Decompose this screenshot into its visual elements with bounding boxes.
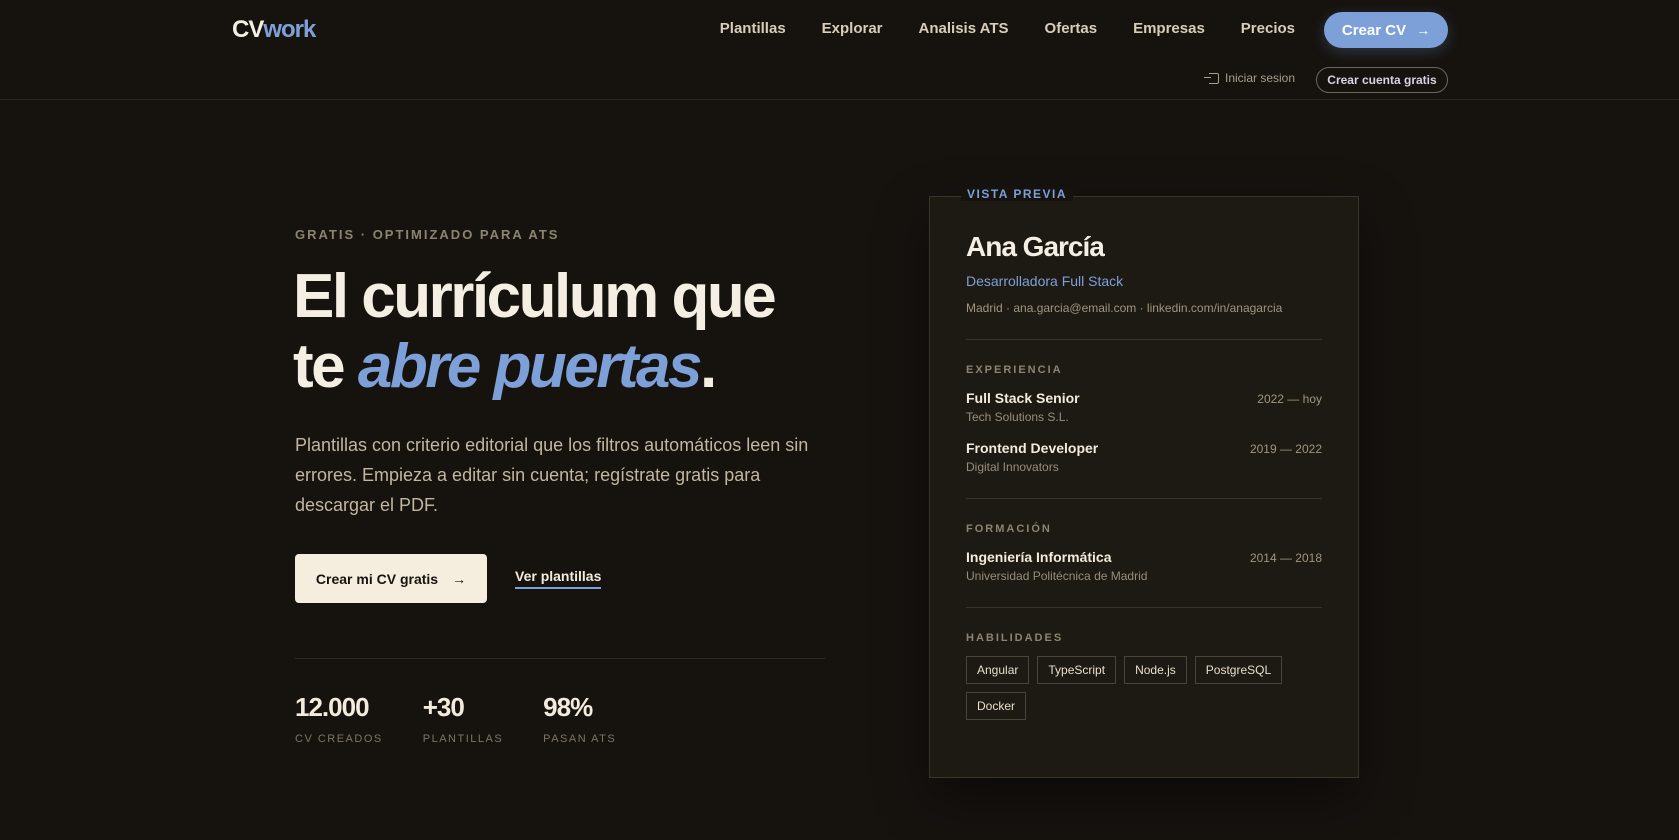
cv-experience-entry: Full Stack Senior 2022 — hoy Tech Soluti…	[966, 390, 1322, 424]
cv-education-entry: Ingeniería Informática 2014 — 2018 Unive…	[966, 549, 1322, 583]
cv-section-skills: HABILIDADES	[966, 632, 1064, 644]
stat-value: 98%	[543, 692, 593, 722]
headline-line-1: El currículum que	[293, 262, 777, 331]
skill-chip: TypeScript	[1037, 656, 1117, 684]
cv-name: Ana García	[966, 231, 1105, 262]
cv-divider	[966, 339, 1322, 340]
arrow-right-icon: →	[452, 570, 467, 587]
arrow-right-icon: →	[1416, 22, 1431, 38]
logo-work: work	[263, 16, 316, 43]
hero-lead: Plantillas con criterio editorial que lo…	[295, 435, 809, 515]
cv-entry-years: 2022 — hoy	[1257, 392, 1322, 406]
stat-label: PLANTILLAS	[422, 733, 504, 745]
preview-tag: VISTA PREVIA	[961, 187, 1074, 201]
nav-ofertas[interactable]: Ofertas	[1045, 20, 1098, 37]
cv-section-experience: EXPERIENCIA	[966, 364, 1063, 376]
stat-templates: +30 PLANTILLAS	[423, 692, 503, 745]
cv-entry-title: Full Stack Senior	[966, 390, 1080, 406]
stat-label: PASAN ATS	[543, 733, 617, 745]
cv-entry-years: 2014 — 2018	[1249, 551, 1322, 565]
cv-role: Desarrolladora Full Stack	[966, 273, 1124, 289]
stat-cv-created: 12.000 CV CREADOS	[295, 692, 383, 745]
skill-chip: Node.js	[1124, 656, 1187, 684]
nav-empresas[interactable]: Empresas	[1133, 20, 1205, 37]
nav-precios[interactable]: Precios	[1241, 20, 1295, 37]
create-cv-label: Crear CV	[1341, 21, 1407, 39]
stat-label: CV CREADOS	[295, 733, 383, 745]
cv-entry-title: Ingeniería Informática	[966, 549, 1112, 565]
cv-experience-entry: Frontend Developer 2019 — 2022 Digital I…	[966, 440, 1322, 474]
cv-contact: Madrid · ana.garcia@email.com · linkedin…	[966, 301, 1283, 315]
hero-eyebrow: GRATIS · OPTIMIZADO PARA ATS	[295, 227, 560, 242]
nav-plantillas[interactable]: Plantillas	[720, 20, 786, 37]
skill-chip: Docker	[966, 692, 1027, 720]
stats-row: 12.000 CV CREADOS +30 PLANTILLAS 98% PAS…	[295, 692, 656, 745]
cv-divider	[966, 498, 1322, 499]
stat-value: 12.000	[295, 692, 370, 722]
signup-button[interactable]: Crear cuenta gratis	[1316, 67, 1448, 93]
headline-te: te	[293, 332, 358, 401]
view-templates-link[interactable]: Ver plantillas	[515, 568, 602, 589]
logo[interactable]: CVwork	[232, 16, 316, 44]
top-navbar: CVwork Plantillas Explorar Analisis ATS …	[0, 0, 1679, 100]
stat-pass-ats: 98% PASAN ATS	[543, 692, 616, 745]
stat-value: +30	[422, 692, 465, 722]
cv-entry-years: 2019 — 2022	[1249, 442, 1322, 456]
cv-entry-title: Frontend Developer	[966, 440, 1099, 456]
cv-entry-school: Universidad Politécnica de Madrid	[966, 569, 1148, 583]
login-label: Iniciar sesion	[1225, 71, 1296, 85]
hero-headline: El currículum que te abre puertas.	[293, 262, 853, 402]
headline-accent: abre puertas	[357, 332, 703, 401]
login-icon	[1204, 72, 1219, 84]
skills-list: Angular TypeScript Node.js PostgreSQL Do…	[966, 656, 1296, 720]
cv-entry-company: Digital Innovators	[966, 460, 1059, 474]
skill-chip: PostgreSQL	[1194, 656, 1283, 684]
create-cv-button[interactable]: Crear CV →	[1324, 12, 1448, 48]
create-my-cv-button[interactable]: Crear mi CV gratis →	[295, 554, 487, 603]
cv-preview-card: VISTA PREVIA Ana García Desarrolladora F…	[929, 187, 1359, 778]
headline-dot: .	[700, 332, 717, 401]
nav-analisis-ats[interactable]: Analisis ATS	[919, 20, 1009, 37]
cv-preview-content: Ana García Desarrolladora Full Stack Mad…	[966, 231, 1322, 720]
skill-chip: Angular	[966, 656, 1030, 684]
cv-section-education: FORMACIÓN	[966, 523, 1052, 535]
cv-divider	[966, 607, 1322, 608]
logo-cv: CV	[232, 16, 264, 43]
cv-entry-company: Tech Solutions S.L.	[966, 410, 1069, 424]
create-my-cv-label: Crear mi CV gratis	[315, 570, 439, 587]
nav-explorar[interactable]: Explorar	[822, 20, 883, 37]
login-link[interactable]: Iniciar sesion	[1204, 71, 1296, 85]
main-nav: Plantillas Explorar Analisis ATS Ofertas…	[720, 20, 1295, 37]
stats-divider	[295, 658, 825, 659]
